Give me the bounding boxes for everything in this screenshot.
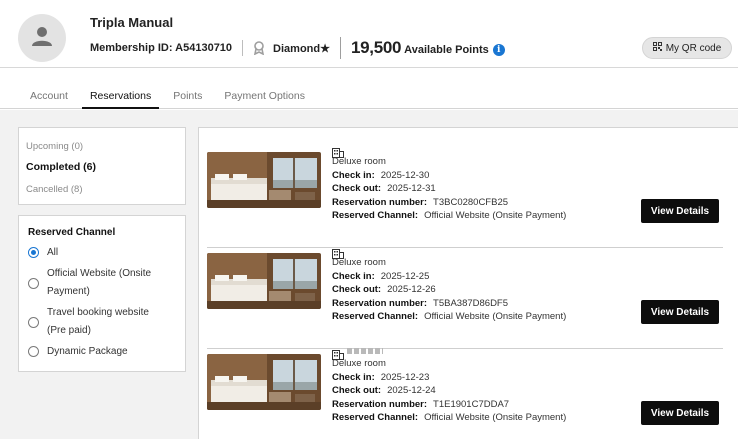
reservation-number: Reservation number: T1E1901C7DDA7 xyxy=(332,399,509,410)
channel-option-label: Dynamic Package xyxy=(47,346,128,357)
qr-code-icon xyxy=(652,42,662,54)
divider xyxy=(207,247,723,248)
reserved-channel: Reserved Channel: Official Website (Onsit… xyxy=(332,412,566,423)
reservation-card: Deluxe room Check in: 2025-12-30 Check ou… xyxy=(207,148,723,248)
check-out-date: 2025-12-26 xyxy=(387,284,436,295)
membership-row: Membership ID: A54130710 Diamond★ 19,500… xyxy=(90,36,505,60)
room-type: Deluxe room xyxy=(332,358,386,369)
check-in-label: Check in: xyxy=(332,271,375,282)
room-photo xyxy=(207,152,321,208)
membership-id: Membership ID: A54130710 xyxy=(90,42,233,54)
membership-tier: Diamond★ xyxy=(273,42,330,55)
radio-button[interactable] xyxy=(28,247,39,258)
check-out-date: 2025-12-24 xyxy=(387,385,436,396)
check-in: Check in: 2025-12-30 xyxy=(332,170,429,181)
points-label: Available Points xyxy=(404,44,489,56)
reservation-number-value: T3BC0280CFB25 xyxy=(433,197,509,208)
points-value: 19,500 xyxy=(350,38,402,57)
check-in: Check in: 2025-12-23 xyxy=(332,372,429,383)
reservation-number: Reservation number: T3BC0280CFB25 xyxy=(332,197,508,208)
avatar xyxy=(18,14,66,62)
check-out-label: Check out: xyxy=(332,284,382,295)
check-in-label: Check in: xyxy=(332,170,375,181)
view-details-button[interactable]: View Details xyxy=(641,401,719,425)
reserved-channel-value: Official Website (Onsite Payment) xyxy=(424,210,567,221)
radio-button[interactable] xyxy=(28,346,39,357)
tab-reservations[interactable]: Reservations xyxy=(81,78,160,109)
check-out-date: 2025-12-31 xyxy=(387,183,436,194)
my-qr-code-label: My QR code xyxy=(665,42,722,54)
room-photo xyxy=(207,253,321,309)
tab-points[interactable]: Points xyxy=(165,78,210,109)
check-out: Check out: 2025-12-26 xyxy=(332,284,436,295)
room-photo xyxy=(207,354,321,410)
filter-upcoming[interactable]: Upcoming (0) xyxy=(26,141,83,152)
medal-icon xyxy=(253,41,265,55)
person-icon xyxy=(31,25,53,52)
reserved-channel: Reserved Channel: Official Website (Onsit… xyxy=(332,311,566,322)
channel-option-label: Travel booking website (Pre paid) xyxy=(47,307,149,336)
reserved-channel-label: Reserved Channel: xyxy=(332,210,419,221)
reserved-channel-filter: Reserved Channel All Official Website (O… xyxy=(18,215,186,372)
view-details-button[interactable]: View Details xyxy=(641,300,719,324)
check-in-date: 2025-12-30 xyxy=(380,170,430,181)
check-out: Check out: 2025-12-31 xyxy=(332,183,436,194)
user-name: Tripla Manual xyxy=(90,15,174,30)
check-in: Check in: 2025-12-25 xyxy=(332,271,429,282)
reserved-channel-value: Official Website (Onsite Payment) xyxy=(424,311,567,322)
reserved-channel: Reserved Channel: Official Website (Onsit… xyxy=(332,210,566,221)
view-details-button[interactable]: View Details xyxy=(641,199,719,223)
reserved-channel-label: Reserved Channel: xyxy=(332,412,419,423)
reservation-number-value: T5BA387D86DF5 xyxy=(433,298,509,309)
reservation-number-label: Reservation number: xyxy=(332,197,428,208)
filter-completed[interactable]: Completed (6) xyxy=(26,161,96,173)
account-tabs: Account Reservations Points Payment Opti… xyxy=(0,78,738,109)
clipped-hotel-name xyxy=(347,348,383,354)
reservation-number-label: Reservation number: xyxy=(332,298,428,309)
reserved-channel-value: Official Website (Onsite Payment) xyxy=(424,412,567,423)
reservation-number-value: T1E1901C7DDA7 xyxy=(433,399,510,410)
room-type: Deluxe room xyxy=(332,257,386,268)
check-out-label: Check out: xyxy=(332,183,382,194)
divider xyxy=(207,348,723,349)
status-filter: Upcoming (0) Completed (6) Cancelled (8) xyxy=(18,127,186,205)
room-type: Deluxe room xyxy=(332,156,386,167)
filter-cancelled[interactable]: Cancelled (8) xyxy=(26,184,83,195)
check-out: Check out: 2025-12-24 xyxy=(332,385,436,396)
channel-option-label: All xyxy=(47,247,59,258)
tab-payment-options[interactable]: Payment Options xyxy=(216,78,313,109)
profile-header: Tripla Manual Membership ID: A54130710 D… xyxy=(0,0,738,68)
reservation-card: Deluxe room Check in: 2025-12-25 Check ou… xyxy=(207,249,723,349)
reserved-channel-label: Reserved Channel: xyxy=(332,311,419,322)
radio-button[interactable] xyxy=(28,317,39,328)
reservation-list: Deluxe room Check in: 2025-12-30 Check ou… xyxy=(198,127,738,439)
channel-option-label: Official Website (Onsite Payment) xyxy=(47,268,152,297)
channel-filter-title: Reserved Channel xyxy=(28,227,116,238)
channel-option-dynamic-package[interactable]: Dynamic Package xyxy=(28,343,167,361)
channel-option-travel-booking[interactable]: Travel booking website (Pre paid) xyxy=(28,304,167,340)
check-in-label: Check in: xyxy=(332,372,375,383)
my-qr-code-button[interactable]: My QR code xyxy=(642,37,732,59)
check-in-date: 2025-12-25 xyxy=(380,271,430,282)
divider xyxy=(339,37,341,59)
channel-option-all[interactable]: All xyxy=(28,244,167,262)
reservation-card: Deluxe room Check in: 2025-12-23 Check ou… xyxy=(207,348,723,439)
check-in-date: 2025-12-23 xyxy=(380,372,430,383)
channel-option-official-website[interactable]: Official Website (Onsite Payment) xyxy=(28,265,167,301)
reservation-number-label: Reservation number: xyxy=(332,399,428,410)
tab-account[interactable]: Account xyxy=(18,78,76,109)
reservation-number: Reservation number: T5BA387D86DF5 xyxy=(332,298,508,309)
info-icon[interactable]: i xyxy=(492,43,505,56)
divider xyxy=(242,40,244,56)
radio-button[interactable] xyxy=(28,278,39,289)
check-out-label: Check out: xyxy=(332,385,382,396)
